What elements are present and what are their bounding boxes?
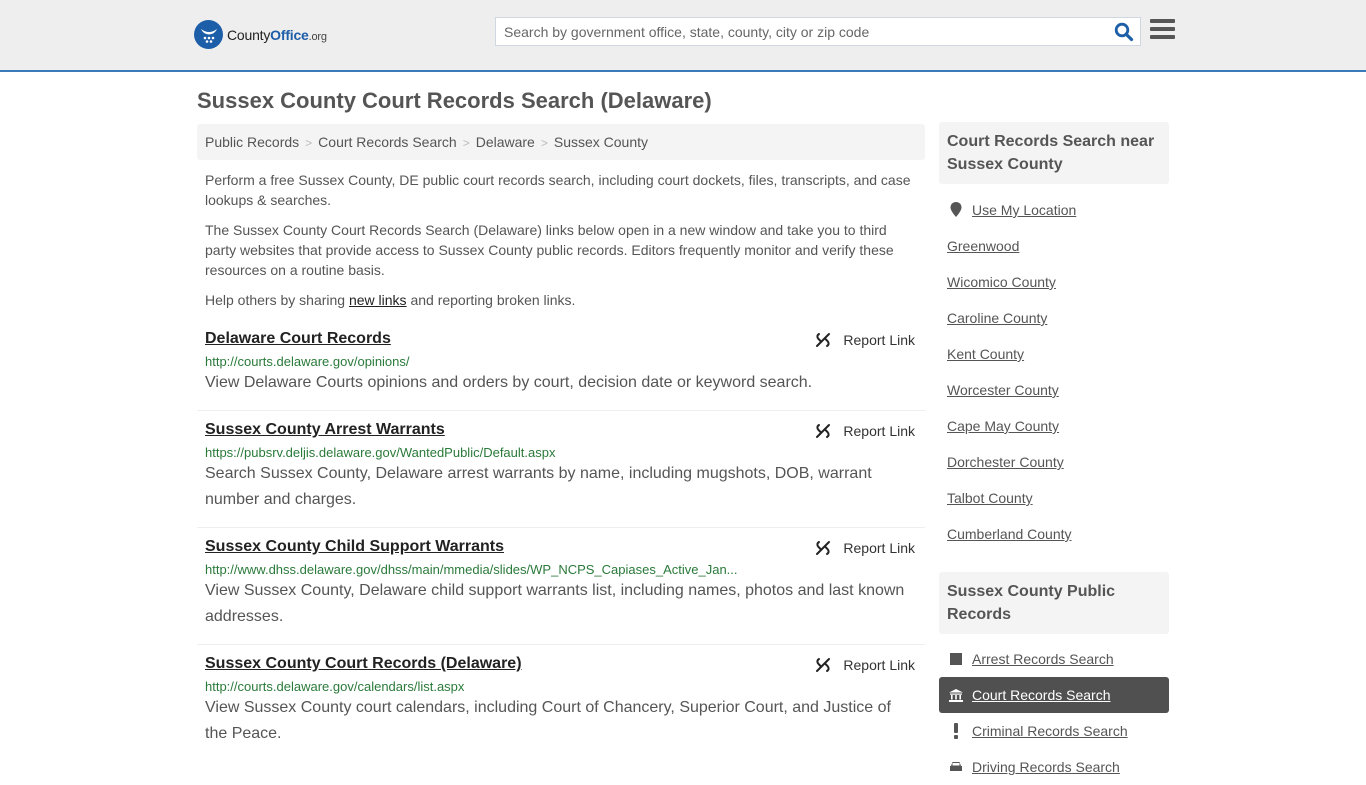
square-icon (948, 653, 964, 665)
search-icon (1114, 22, 1134, 42)
top-header: CountyOffice.org (0, 0, 1366, 72)
hamburger-menu-button[interactable] (1150, 19, 1175, 41)
report-link-button[interactable]: Report Link (815, 423, 915, 439)
report-link-button[interactable]: Report Link (815, 540, 915, 556)
nearby-link-dorchester-county[interactable]: Dorchester County (947, 454, 1064, 470)
breadcrumb-separator: > (462, 136, 470, 150)
breadcrumb-delaware[interactable]: Delaware (476, 134, 535, 150)
criminal-records-search-link[interactable]: Criminal Records Search (972, 723, 1128, 739)
record-item: Sussex County Court Records (Delaware) R… (197, 655, 925, 762)
intro-text: and reporting broken links. (406, 292, 576, 308)
breadcrumb-separator: > (305, 136, 313, 150)
intro-paragraph-2: The Sussex County Court Records Search (… (205, 222, 894, 278)
exclamation-icon (948, 723, 964, 739)
record-url: http://www.dhss.delaware.gov/dhss/main/m… (205, 562, 738, 577)
record-title-link[interactable]: Sussex County Court Records (Delaware) (205, 655, 522, 673)
nearby-link-wicomico-county[interactable]: Wicomico County (947, 274, 1056, 290)
use-my-location-row: Use My Location (939, 192, 1169, 228)
public-records-item-active: Court Records Search (939, 677, 1169, 713)
breadcrumb-separator: > (540, 136, 548, 150)
record-item: Delaware Court Records Report Link http:… (197, 330, 925, 411)
page-title: Sussex County Court Records Search (Dela… (197, 88, 712, 113)
record-description: View Delaware Courts opinions and orders… (205, 374, 813, 391)
map-pin-icon (948, 202, 964, 218)
search-input[interactable] (496, 18, 1096, 45)
arrest-records-search-link[interactable]: Arrest Records Search (972, 651, 1114, 667)
intro-text: Help others by sharing (205, 292, 349, 308)
nearby-link-talbot-county[interactable]: Talbot County (947, 490, 1033, 506)
use-my-location-link[interactable]: Use My Location (972, 202, 1076, 218)
record-description: View Sussex County, Delaware child suppo… (205, 582, 905, 625)
public-records-item: Arrest Records Search (939, 641, 1169, 677)
menu-bar-icon (1150, 35, 1175, 39)
record-item: Sussex County Arrest Warrants Report Lin… (197, 421, 925, 528)
new-links-link[interactable]: new links (349, 292, 407, 308)
report-link-label: Report Link (843, 332, 915, 348)
record-url: http://courts.delaware.gov/calendars/lis… (205, 679, 465, 694)
nearby-link-cape-may-county[interactable]: Cape May County (947, 418, 1059, 434)
car-icon (948, 761, 964, 773)
record-title-link[interactable]: Sussex County Child Support Warrants (205, 538, 504, 556)
courthouse-icon (948, 688, 964, 702)
nearby-link-cumberland-county[interactable]: Cumberland County (947, 526, 1072, 542)
site-logo[interactable]: CountyOffice.org (194, 20, 327, 49)
report-link-label: Report Link (843, 423, 915, 439)
logo-org: .org (308, 30, 327, 43)
report-link-button[interactable]: Report Link (815, 332, 915, 348)
driving-records-search-link[interactable]: Driving Records Search (972, 759, 1120, 775)
nearby-link-kent-county[interactable]: Kent County (947, 346, 1024, 362)
nearby-heading: Court Records Search near Sussex County (939, 122, 1169, 184)
logo-office: Office (270, 26, 309, 43)
record-description: View Sussex County court calendars, incl… (205, 699, 891, 742)
nearby-link-caroline-county[interactable]: Caroline County (947, 310, 1047, 326)
record-title-link[interactable]: Sussex County Arrest Warrants (205, 421, 445, 439)
report-link-label: Report Link (843, 540, 915, 556)
record-url: http://courts.delaware.gov/opinions/ (205, 354, 410, 369)
menu-bar-icon (1150, 19, 1175, 23)
breadcrumb-public-records[interactable]: Public Records (205, 134, 299, 150)
nearby-link-greenwood[interactable]: Greenwood (947, 238, 1019, 254)
record-url: https://pubsrv.deljis.delaware.gov/Wante… (205, 445, 556, 460)
record-title-link[interactable]: Delaware Court Records (205, 330, 391, 348)
intro-paragraph-1: Perform a free Sussex County, DE public … (205, 172, 911, 208)
record-description: Search Sussex County, Delaware arrest wa… (205, 465, 872, 508)
broken-link-icon (816, 658, 831, 672)
public-records-item: Criminal Records Search (939, 713, 1169, 749)
breadcrumb-sussex-county[interactable]: Sussex County (554, 134, 648, 150)
record-item: Sussex County Child Support Warrants Rep… (197, 538, 925, 645)
breadcrumb: Public Records > Court Records Search > Dela… (197, 124, 925, 160)
report-link-label: Report Link (843, 657, 915, 673)
search-box (495, 17, 1141, 46)
public-records-heading: Sussex County Public Records (939, 572, 1169, 634)
intro-paragraph-3: Help others by sharing new links and rep… (205, 290, 920, 310)
broken-link-icon (816, 333, 831, 347)
search-button[interactable] (1114, 22, 1134, 42)
logo-county: County (227, 26, 271, 43)
court-records-search-link[interactable]: Court Records Search (972, 687, 1111, 703)
breadcrumb-court-records-search[interactable]: Court Records Search (318, 134, 457, 150)
broken-link-icon (816, 541, 831, 555)
public-records-item: Driving Records Search (939, 749, 1169, 785)
nearby-link-worcester-county[interactable]: Worcester County (947, 382, 1059, 398)
report-link-button[interactable]: Report Link (815, 657, 915, 673)
broken-link-icon (816, 424, 831, 438)
menu-bar-icon (1150, 27, 1175, 31)
eagle-logo-icon (194, 20, 223, 49)
logo-text: CountyOffice.org (227, 27, 327, 43)
